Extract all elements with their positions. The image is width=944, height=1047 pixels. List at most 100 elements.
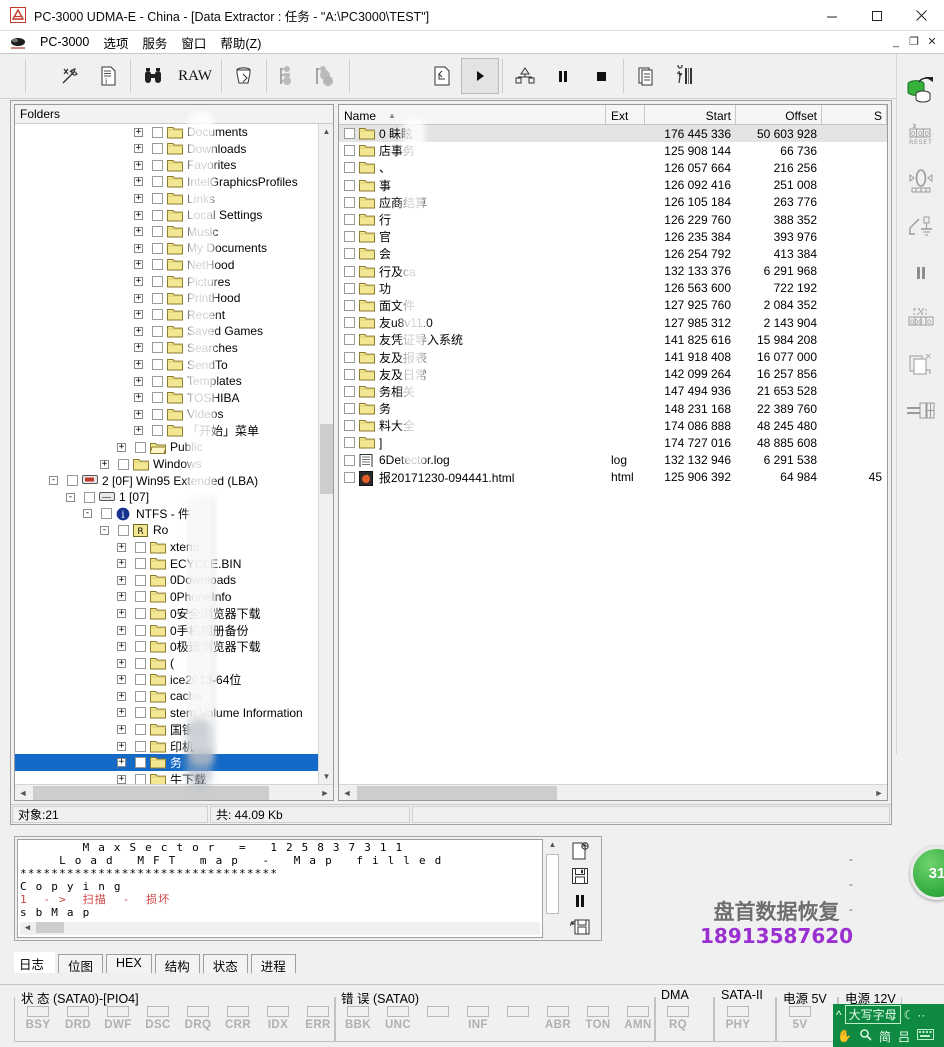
binoculars-find-icon[interactable] xyxy=(134,58,172,94)
file-row-checkbox[interactable] xyxy=(344,334,355,345)
expand-icon[interactable]: + xyxy=(134,128,143,137)
counter-reset-icon[interactable]: 1 0 0 0 RESET xyxy=(901,112,941,158)
log-hscrollbar[interactable]: ◀ xyxy=(20,922,540,935)
task-tree-icon[interactable] xyxy=(506,58,544,94)
drive-copy-icon[interactable] xyxy=(901,66,941,112)
raw-button[interactable]: RAW xyxy=(172,58,218,94)
folder-tree-hscrollbar[interactable]: ◄ ► xyxy=(15,784,333,800)
tree-item-checkbox[interactable] xyxy=(135,774,146,784)
tree-item[interactable]: +My Documents xyxy=(15,240,333,257)
tab-1[interactable]: 日志 xyxy=(14,952,55,973)
expand-icon[interactable]: + xyxy=(134,144,143,153)
tree-item[interactable]: +Templates xyxy=(15,373,333,390)
files-column-headers[interactable]: Name▲ExtStartOffsetS xyxy=(339,105,887,125)
mdi-close-icon[interactable]: ✕ xyxy=(924,34,940,49)
tree-item-checkbox[interactable] xyxy=(152,143,163,154)
tree-item[interactable]: +TOSHIBA xyxy=(15,389,333,406)
table-row[interactable]: 行及ca132 133 3766 291 968 xyxy=(339,263,887,280)
moon-icon[interactable]: ☾ xyxy=(904,1008,915,1022)
tree-item[interactable]: +Downloads xyxy=(15,141,333,158)
table-row[interactable]: 事126 092 416251 008 xyxy=(339,177,887,194)
collapse-icon[interactable]: - xyxy=(66,493,75,502)
ruler-sector-icon[interactable] xyxy=(901,388,941,434)
column-header-size[interactable]: S xyxy=(822,105,887,124)
copy-stack-icon[interactable] xyxy=(627,58,665,94)
expand-icon[interactable]: + xyxy=(134,393,143,402)
collapse-icon[interactable]: - xyxy=(83,509,92,518)
file-row-checkbox[interactable] xyxy=(344,472,355,483)
expand-icon[interactable]: + xyxy=(100,460,109,469)
vscroll-thumb[interactable] xyxy=(320,424,333,494)
file-row-checkbox[interactable] xyxy=(344,162,355,173)
tree-item-selected[interactable]: +务 xyxy=(15,754,333,771)
save-icon[interactable] xyxy=(567,865,593,887)
dots-icon[interactable]: ·· xyxy=(917,1008,925,1022)
tree-item-checkbox[interactable] xyxy=(135,641,146,652)
tree-item-checkbox[interactable] xyxy=(152,376,163,387)
copy-pages-icon[interactable]: ✕ xyxy=(901,342,941,388)
column-header-ext[interactable]: Ext xyxy=(606,105,645,124)
tree-item[interactable]: +SendTo xyxy=(15,356,333,373)
file-row-checkbox[interactable] xyxy=(344,197,355,208)
table-row[interactable]: 务148 231 16822 389 760 xyxy=(339,400,887,417)
table-row[interactable]: 友及日常142 099 26416 257 856 xyxy=(339,366,887,383)
expand-icon[interactable]: + xyxy=(117,742,126,751)
expand-icon[interactable]: + xyxy=(134,161,143,170)
file-row-checkbox[interactable] xyxy=(344,369,355,380)
expand-icon[interactable]: + xyxy=(117,775,126,784)
column-header-start[interactable]: Start xyxy=(645,105,736,124)
table-row[interactable]: 务相关147 494 93621 653 528 xyxy=(339,383,887,400)
mdi-minimize-icon[interactable]: _ xyxy=(888,34,904,49)
scroll-right-icon[interactable]: ► xyxy=(871,788,887,798)
tree-item-checkbox[interactable] xyxy=(152,342,163,353)
scroll-left-icon[interactable]: ◄ xyxy=(339,788,355,798)
export-report-icon[interactable] xyxy=(567,840,593,862)
tree-item[interactable]: +xtend xyxy=(15,539,333,556)
tools-icon[interactable] xyxy=(51,58,89,94)
file-row-checkbox[interactable] xyxy=(344,145,355,156)
expand-icon[interactable]: + xyxy=(134,227,143,236)
scroll-left-icon[interactable]: ◀ xyxy=(20,922,36,935)
expand-icon[interactable]: + xyxy=(117,609,126,618)
play-icon[interactable] xyxy=(461,58,499,94)
log-vscrollbar[interactable]: ▲ xyxy=(545,837,559,940)
files-list[interactable]: 0 眛眩176 445 33650 603 928店事务125 908 1446… xyxy=(339,125,887,784)
table-row[interactable]: 料大全174 086 88848 245 480 xyxy=(339,417,887,434)
tab-3[interactable]: HEX xyxy=(106,954,152,973)
close-icon[interactable] xyxy=(899,0,944,31)
tree-item[interactable]: +「开始」菜单 xyxy=(15,423,333,440)
menu-item-window[interactable]: 窗口 xyxy=(174,32,213,53)
bottom-tabstrip[interactable]: 日志位图HEX结构状态进程 xyxy=(14,951,930,973)
ime-language-bar[interactable]: ^ 大写字母 ☾ ·· ✋ 简 吕 xyxy=(833,1004,944,1047)
pause-icon[interactable] xyxy=(544,58,582,94)
scroll-left-icon[interactable]: ◄ xyxy=(15,788,31,798)
menu-item-service[interactable]: 服务 xyxy=(135,32,174,53)
tab-4[interactable]: 结构 xyxy=(155,954,200,973)
tree-item-checkbox[interactable] xyxy=(135,542,146,553)
tree-item-checkbox[interactable] xyxy=(135,658,146,669)
tree-item-checkbox[interactable] xyxy=(84,492,95,503)
tree-item-checkbox[interactable] xyxy=(135,608,146,619)
expand-icon[interactable]: + xyxy=(117,692,126,701)
tree-item[interactable]: +NetHood xyxy=(15,257,333,274)
table-row[interactable]: 、126 057 664216 256 xyxy=(339,159,887,176)
tree-item-checkbox[interactable] xyxy=(135,741,146,752)
tree-item-checkbox[interactable] xyxy=(135,442,146,453)
expand-icon[interactable]: + xyxy=(134,260,143,269)
table-row[interactable]: 应商结算126 105 184263 776 xyxy=(339,194,887,211)
tree-item[interactable]: +Public xyxy=(15,439,333,456)
table-row[interactable]: 6Detector.loglog132 132 9466 291 538 xyxy=(339,452,887,469)
table-row[interactable]: 会126 254 792413 384 xyxy=(339,245,887,262)
sector-map-icon[interactable] xyxy=(665,58,703,94)
tree-item-checkbox[interactable] xyxy=(135,691,146,702)
collapse-icon[interactable]: - xyxy=(100,526,109,535)
scroll-down-icon[interactable]: ▼ xyxy=(319,769,333,784)
tree-item[interactable]: +Documents xyxy=(15,124,333,141)
menu-item-options[interactable]: 选项 xyxy=(96,32,135,53)
file-row-checkbox[interactable] xyxy=(344,231,355,242)
expand-icon[interactable]: + xyxy=(134,294,143,303)
file-row-checkbox[interactable] xyxy=(344,266,355,277)
log-output[interactable]: M a x S e c t o r = 1 2 5 8 3 7 3 1 1 L … xyxy=(17,839,543,938)
tab-5[interactable]: 状态 xyxy=(203,954,248,973)
counter-edit-icon[interactable]: ✕ 000 0 xyxy=(901,296,941,342)
